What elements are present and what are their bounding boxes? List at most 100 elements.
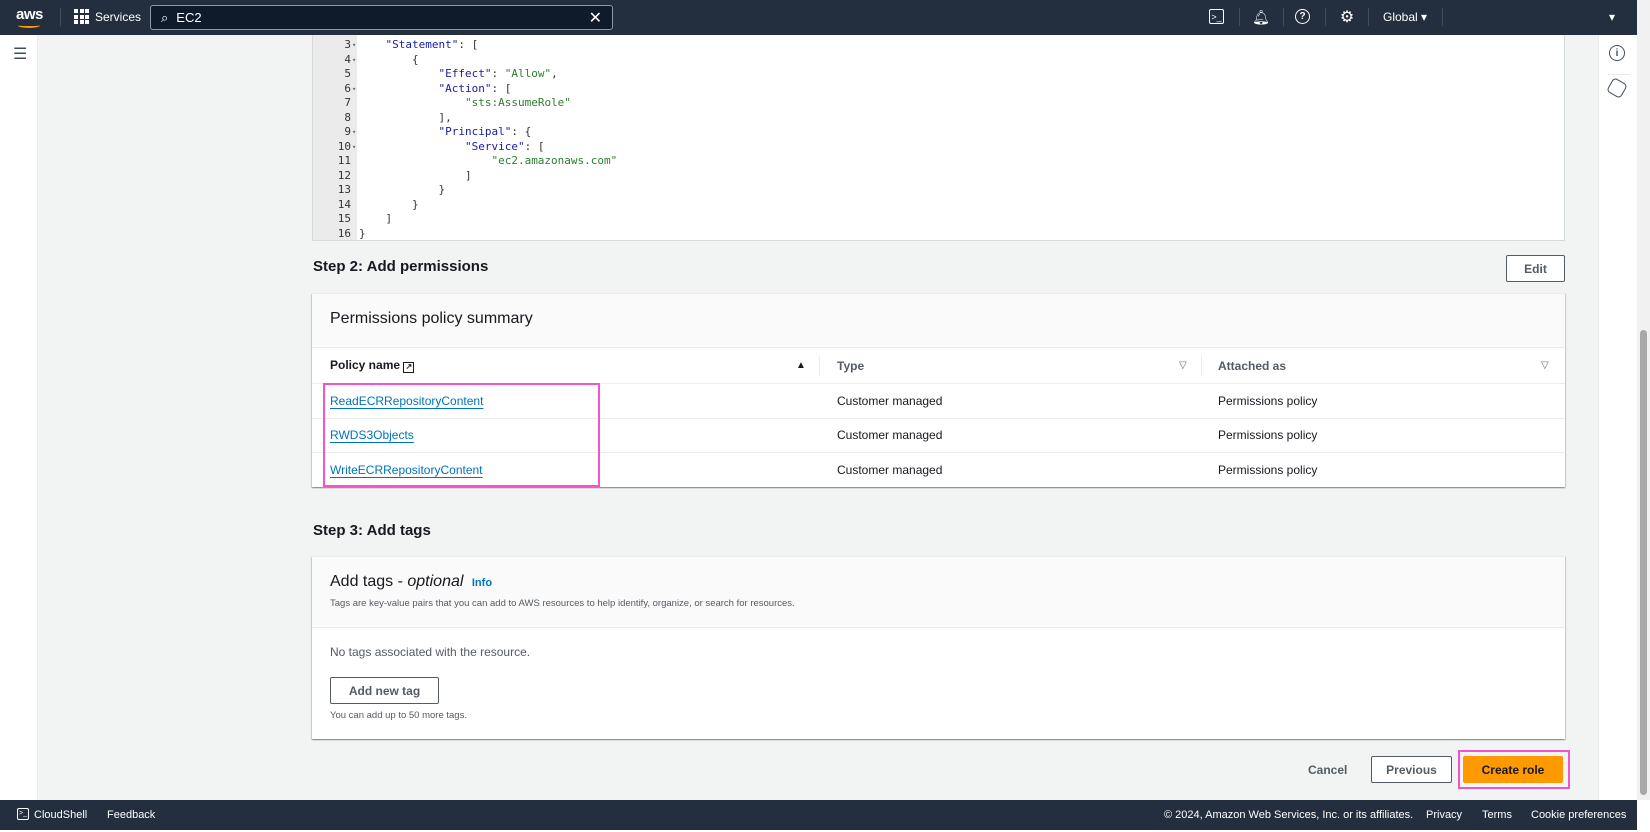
line-number: 12	[337, 168, 351, 182]
policy-type: Customer managed	[837, 428, 943, 443]
services-label: Services	[95, 9, 142, 24]
column-divider[interactable]	[819, 356, 820, 376]
menu-hamburger-icon[interactable]: ☰	[13, 44, 27, 64]
add-new-tag-button[interactable]: Add new tag	[330, 677, 439, 704]
code-line: }	[359, 226, 366, 240]
divider	[1442, 8, 1443, 26]
attached-as: Permissions policy	[1218, 393, 1318, 408]
copyright: © 2024, Amazon Web Services, Inc. or its…	[1164, 809, 1414, 821]
code-line: }	[359, 183, 446, 196]
attached-as: Permissions policy	[1218, 463, 1318, 478]
fold-toggle-icon[interactable]: ▾	[352, 128, 356, 136]
panel-title: Permissions policy summary	[330, 310, 533, 327]
code-line: ],	[359, 110, 452, 124]
feedback-link[interactable]: Feedback	[107, 809, 155, 821]
step2-heading: Step 2: Add permissions	[313, 258, 489, 275]
fold-toggle-icon[interactable]: ▾	[352, 85, 356, 93]
highlight-annotation-create-role	[1458, 750, 1570, 789]
code-line: "ec2.amazonaws.com"	[491, 154, 618, 167]
highlight-annotation-policies	[323, 383, 600, 487]
cancel-button[interactable]: Cancel	[1308, 763, 1347, 777]
fold-toggle-icon[interactable]: ▾	[352, 56, 356, 64]
edit-button[interactable]: Edit	[1506, 255, 1565, 282]
cookie-preferences-link[interactable]: Cookie preferences	[1531, 809, 1626, 821]
optional-label: optional	[407, 573, 464, 590]
panel-title: Add tags - optional Info	[330, 573, 492, 591]
terms-link[interactable]: Terms	[1482, 809, 1512, 821]
panel-header: Add tags - optional Info Tags are key-va…	[312, 557, 1565, 628]
search-input[interactable]: ⌕ EC2 ✕	[150, 5, 613, 30]
code-line: "Effect": "Allow",	[438, 67, 558, 80]
code-line: "Service": [	[464, 139, 545, 153]
line-number: 7	[344, 96, 351, 109]
trust-policy-code-editor: 3 ▾ "Statement": [4 ▾ {5 "Effect": "Allow"…	[312, 35, 1565, 241]
previous-button[interactable]: Previous	[1371, 756, 1452, 783]
divider	[1325, 8, 1326, 26]
sort-ascending-icon[interactable]: ▲	[796, 360, 806, 371]
aws-logo-smile-icon	[18, 23, 40, 28]
code-line: }	[359, 197, 419, 211]
fold-toggle-icon[interactable]: ▾	[352, 41, 356, 49]
aws-logo[interactable]: aws	[16, 6, 43, 23]
sort-icon[interactable]: ▽	[1179, 360, 1187, 371]
external-link-icon[interactable]: ↗	[403, 362, 415, 373]
divider	[1239, 8, 1240, 26]
fold-toggle-icon[interactable]: ▾	[352, 143, 356, 151]
side-navigation-collapsed	[0, 35, 38, 800]
sort-icon[interactable]: ▽	[1541, 360, 1549, 371]
cloudshell-icon[interactable]: >_	[17, 808, 29, 820]
step3-heading: Step 3: Add tags	[313, 522, 431, 539]
panel-header: Permissions policy summary	[312, 294, 1565, 348]
region-selector[interactable]: Global ▾	[1383, 10, 1427, 24]
tools-panel	[1598, 35, 1637, 800]
table-header-row: Policy name ↗ ▲ Type ▽ Attached as ▽	[312, 348, 1565, 384]
column-divider[interactable]	[1201, 356, 1202, 376]
settings-gear-icon[interactable]: ⚙	[1338, 8, 1356, 26]
add-tags-panel: Add tags - optional Info Tags are key-va…	[312, 556, 1565, 739]
empty-tags-message: No tags associated with the resource.	[330, 645, 531, 659]
search-value: EC2	[176, 10, 202, 25]
cloudshell-link[interactable]: CloudShell	[34, 809, 87, 821]
line-number: 16	[337, 226, 351, 240]
info-link[interactable]: Info	[472, 577, 492, 589]
line-number: 8	[344, 110, 351, 124]
info-icon[interactable]: i	[1609, 45, 1625, 61]
divider	[1283, 8, 1284, 26]
services-menu-button[interactable]: Services	[74, 9, 141, 24]
region-label: Global	[1383, 10, 1418, 24]
scrollbar-thumb[interactable]	[1640, 330, 1647, 795]
line-number: 4	[344, 52, 351, 66]
attached-as: Permissions policy	[1218, 428, 1318, 443]
notifications-bell-icon[interactable]: 🔔︎	[1252, 8, 1270, 26]
tag-limit-hint: You can add up to 50 more tags.	[330, 710, 467, 721]
panel-description: Tags are key-value pairs that you can ad…	[330, 598, 795, 609]
divider	[1368, 8, 1369, 26]
title-text: Add tags -	[330, 573, 408, 590]
line-number: 15	[337, 212, 351, 225]
line-number: 11	[337, 154, 351, 167]
line-number: 14	[337, 197, 351, 211]
account-menu-caret-icon[interactable]: ▾	[1609, 10, 1615, 24]
column-header-type[interactable]: Type	[837, 359, 864, 373]
line-number: 13	[337, 183, 351, 196]
search-icon: ⌕	[161, 9, 169, 25]
clear-search-icon[interactable]: ✕	[589, 8, 602, 28]
line-number: 10	[337, 139, 351, 153]
line-number: 3	[344, 38, 351, 51]
privacy-link[interactable]: Privacy	[1426, 809, 1462, 821]
divider	[1608, 74, 1630, 75]
code-line: {	[359, 52, 419, 66]
code-line: ]	[359, 212, 393, 225]
line-number: 9	[344, 125, 351, 138]
code-line: "Statement": [	[385, 38, 479, 51]
code-line: "sts:AssumeRole"	[464, 96, 571, 109]
column-header-attached-as[interactable]: Attached as	[1218, 359, 1286, 373]
line-number: 6	[344, 81, 351, 95]
column-header-policy-name[interactable]: Policy name ↗	[330, 358, 415, 373]
policy-type: Customer managed	[837, 463, 943, 478]
code-line: ]	[359, 168, 472, 182]
help-icon[interactable]: ?	[1295, 9, 1310, 24]
line-number: 5	[344, 67, 351, 80]
policy-type: Customer managed	[837, 393, 943, 408]
cloudshell-icon[interactable]: >_	[1209, 9, 1224, 24]
